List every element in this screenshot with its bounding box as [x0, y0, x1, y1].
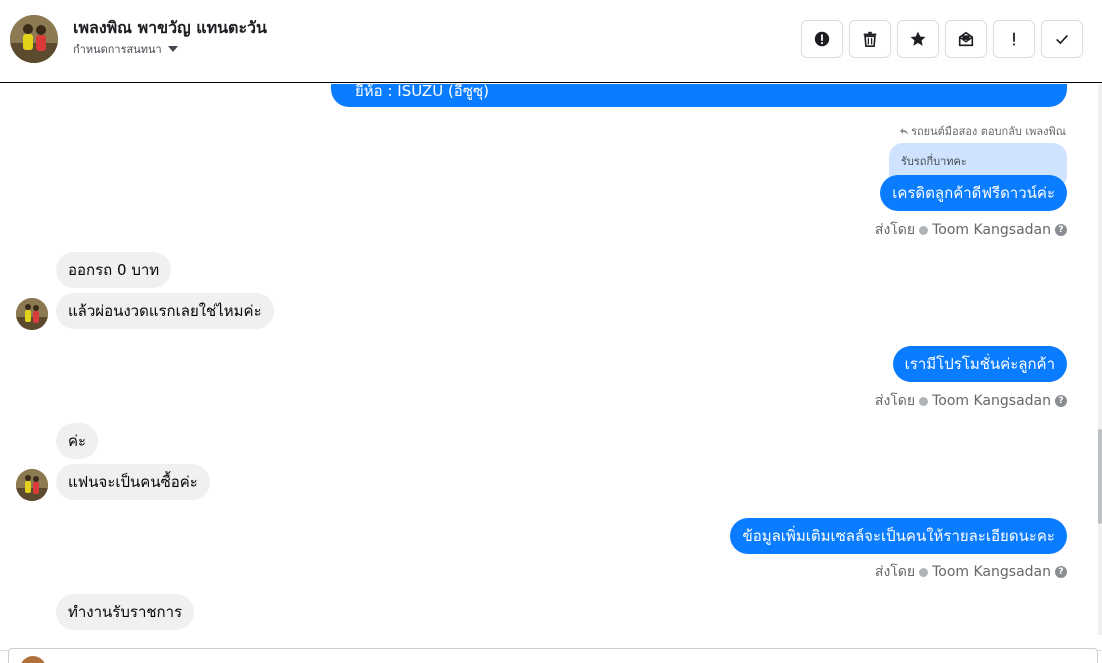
- assign-label: กำหนดการสนทนา: [73, 43, 162, 56]
- help-icon[interactable]: ?: [1055, 395, 1067, 407]
- message-bubble-in[interactable]: ออกรถ 0 บาท: [56, 252, 172, 288]
- sent-by: ส่งโดย Toom Kangsadan ?: [875, 390, 1067, 412]
- message-text: แล้วผ่อนงวดแรกเลยใช่ไหมค่ะ: [68, 302, 262, 320]
- exclamation-icon: [1013, 32, 1015, 46]
- contact-name[interactable]: เพลงพิณ พาขวัญ แทนตะวัน: [73, 16, 267, 41]
- conversation-header: เพลงพิณ พาขวัญ แทนตะวัน กำหนดการสนทนา: [0, 0, 1102, 83]
- message-bubble-out[interactable]: ยี่ห้อ : ISUZU (อีซูซุ): [331, 84, 1067, 107]
- sent-by: ส่งโดย Toom Kangsadan ?: [875, 561, 1067, 583]
- message-bubble-out[interactable]: เครดิตลูกค้าดีฟรีดาวน์ค่ะ: [880, 175, 1067, 211]
- caret-down-icon: [167, 46, 178, 52]
- help-icon[interactable]: ?: [1055, 566, 1067, 578]
- message-bubble-out[interactable]: ข้อมูลเพิ่มเติมเซลล์จะเป็นคนให้รายละเอีย…: [730, 518, 1067, 554]
- message-text: ยี่ห้อ : ISUZU (อีซูซุ): [355, 84, 490, 100]
- sender-name[interactable]: Toom Kangsadan: [932, 393, 1051, 409]
- message-bubble-in[interactable]: ทำงานรับราชการ: [56, 594, 195, 630]
- trash-icon: [863, 31, 877, 48]
- delete-button[interactable]: [849, 20, 891, 58]
- mark-done-button[interactable]: [1041, 20, 1083, 58]
- message-text: เครดิตลูกค้าดีฟรีดาวน์ค่ะ: [892, 184, 1055, 202]
- check-icon: [1056, 34, 1068, 45]
- message-text: ค่ะ: [68, 432, 87, 450]
- contact-photo: [10, 15, 58, 63]
- sent-by-label: ส่งโดย: [874, 564, 916, 580]
- archive-icon: [958, 31, 974, 47]
- reply-context: รถยนต์มือสอง ตอบกลับ เพลงพิณ: [899, 122, 1066, 140]
- assign-conversation-dropdown[interactable]: กำหนดการสนทนา: [73, 40, 178, 58]
- contact-avatar[interactable]: [10, 15, 58, 63]
- sender-photo: [16, 298, 48, 330]
- header-actions: [801, 20, 1083, 58]
- mark-spam-button[interactable]: [801, 20, 843, 58]
- sender-name[interactable]: Toom Kangsadan: [932, 222, 1051, 238]
- move-to-done-button[interactable]: [945, 20, 987, 58]
- message-thread[interactable]: ยี่ห้อ : ISUZU (อีซูซุ) รถยนต์มือสอง ตอบ…: [0, 84, 1102, 635]
- verified-icon: [919, 396, 929, 406]
- star-icon: [910, 31, 926, 46]
- sent-by-label: ส่งโดย: [874, 393, 916, 409]
- verified-icon: [919, 225, 929, 235]
- message-bubble-in[interactable]: ค่ะ: [56, 423, 99, 459]
- sent-by-label: ส่งโดย: [874, 222, 916, 238]
- scrollbar-track[interactable]: [1098, 84, 1102, 635]
- verified-icon: [919, 567, 929, 577]
- quoted-message-text: รับรถกี่บาทคะ: [901, 155, 967, 168]
- sent-by: ส่งโดย Toom Kangsadan ?: [875, 219, 1067, 241]
- message-text: ข้อมูลเพิ่มเติมเซลล์จะเป็นคนให้รายละเอีย…: [742, 527, 1055, 545]
- sender-name[interactable]: Toom Kangsadan: [932, 564, 1051, 580]
- reply-context-text: รถยนต์มือสอง ตอบกลับ เพลงพิณ: [911, 125, 1066, 138]
- scrollbar-thumb[interactable]: [1098, 429, 1102, 524]
- alert-circle-icon: [814, 31, 830, 47]
- message-bubble-in[interactable]: แฟนจะเป็นคนซื้อค่ะ: [56, 464, 210, 500]
- reply-input[interactable]: [8, 648, 1098, 663]
- message-text: ทำงานรับราชการ: [68, 603, 183, 621]
- message-bubble-in[interactable]: แล้วผ่อนงวดแรกเลยใช่ไหมค่ะ: [56, 293, 274, 329]
- message-bubble-out[interactable]: เรามีโปรโมชั่นค่ะลูกค้า: [892, 346, 1067, 382]
- mark-important-button[interactable]: [993, 20, 1035, 58]
- sender-avatar[interactable]: [16, 298, 48, 330]
- reply-arrow-icon: [900, 128, 909, 135]
- sender-photo: [16, 469, 48, 501]
- message-text: แฟนจะเป็นคนซื้อค่ะ: [68, 473, 198, 491]
- help-icon[interactable]: ?: [1055, 224, 1067, 236]
- message-text: เรามีโปรโมชั่นค่ะลูกค้า: [904, 355, 1055, 373]
- star-button[interactable]: [897, 20, 939, 58]
- message-text: ออกรถ 0 บาท: [68, 261, 160, 279]
- sender-avatar[interactable]: [16, 469, 48, 501]
